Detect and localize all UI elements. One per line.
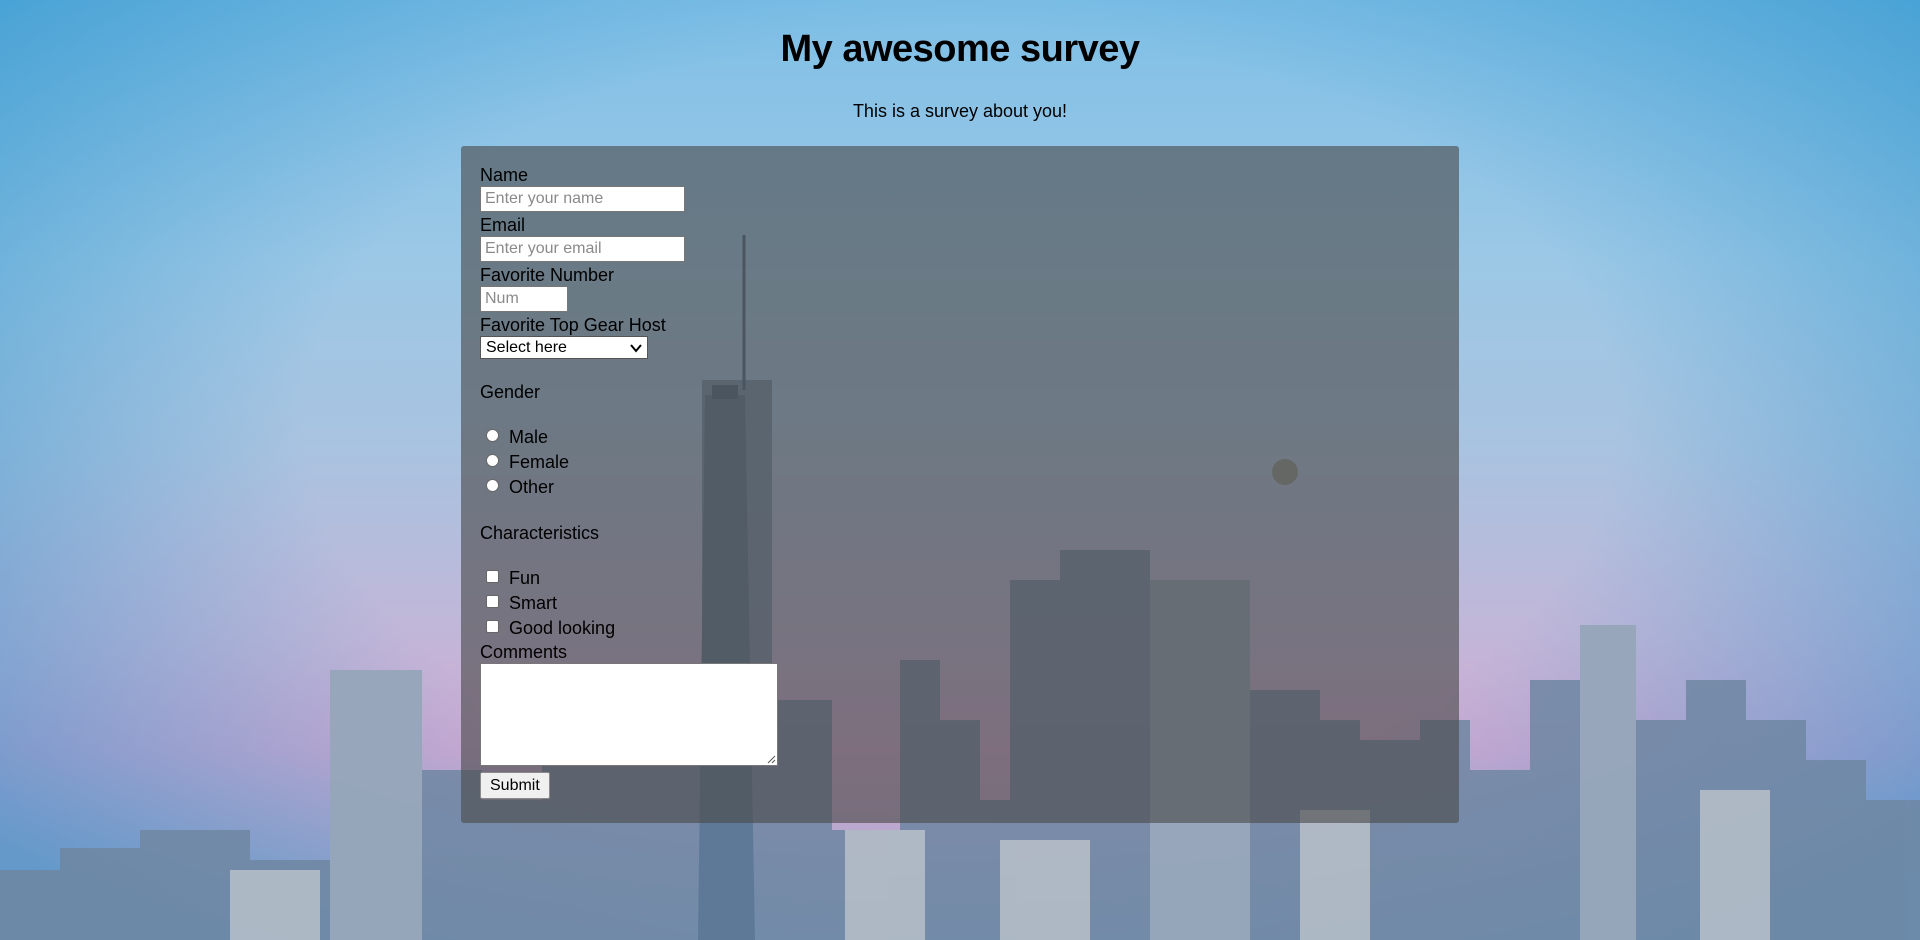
chevron-down-icon <box>630 343 642 353</box>
submit-button[interactable]: Submit <box>480 772 550 799</box>
gender-option-male[interactable]: Male <box>480 425 1459 450</box>
gender-option-label: Female <box>509 452 570 472</box>
select-value: Select here <box>486 338 567 356</box>
gender-label: Gender <box>480 382 541 402</box>
favorite-number-input[interactable] <box>480 286 568 312</box>
characteristics-options: Fun Smart Good looking <box>480 566 1459 641</box>
resize-handle-icon[interactable] <box>766 754 776 764</box>
characteristic-option-label: Fun <box>509 568 541 588</box>
survey-form: Name Email Favorite Number Favorite Top … <box>461 146 1459 823</box>
gender-option-other[interactable]: Other <box>480 475 1459 500</box>
characteristic-option-label: Good looking <box>509 618 616 638</box>
top-gear-host-select[interactable]: Select here <box>480 336 648 359</box>
characteristics-label: Characteristics <box>480 523 600 543</box>
checkbox[interactable] <box>486 594 499 608</box>
gender-options: Male Female Other <box>480 425 1459 500</box>
comments-label: Comments <box>480 642 568 662</box>
top-gear-host-label: Favorite Top Gear Host <box>480 315 666 335</box>
gender-option-label: Male <box>509 427 549 447</box>
favorite-number-label: Favorite Number <box>480 265 615 285</box>
radio-button[interactable] <box>486 453 499 467</box>
email-label: Email <box>480 215 526 235</box>
page-header: My awesome survey This is a survey about… <box>0 0 1920 122</box>
gender-option-female[interactable]: Female <box>480 450 1459 475</box>
radio-button[interactable] <box>486 478 499 492</box>
page-title: My awesome survey <box>780 28 1140 70</box>
gender-option-label: Other <box>509 477 555 497</box>
comments-textarea[interactable] <box>480 663 778 766</box>
name-label: Name <box>480 165 529 185</box>
email-input[interactable] <box>480 236 685 262</box>
checkbox[interactable] <box>486 569 499 583</box>
characteristic-option-fun[interactable]: Fun <box>480 566 1459 591</box>
characteristic-option-label: Smart <box>509 593 558 613</box>
name-input[interactable] <box>480 186 685 212</box>
radio-button[interactable] <box>486 428 499 442</box>
characteristic-option-smart[interactable]: Smart <box>480 591 1459 616</box>
checkbox[interactable] <box>486 619 499 633</box>
characteristic-option-good-looking[interactable]: Good looking <box>480 616 1459 641</box>
page-subtitle: This is a survey about you! <box>852 101 1068 121</box>
